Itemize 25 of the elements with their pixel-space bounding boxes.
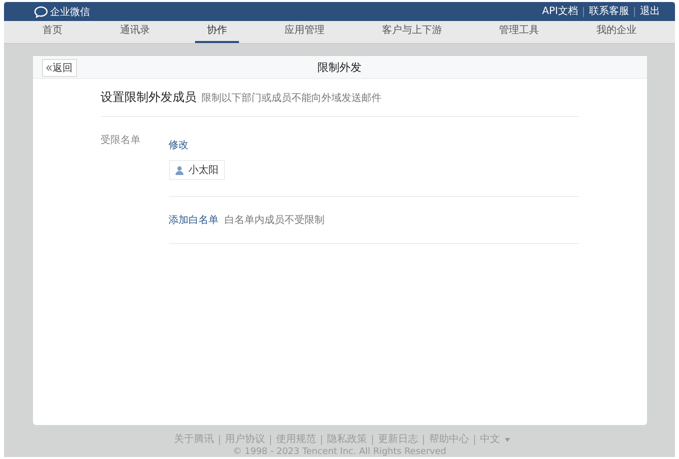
copyright-text: © 1998 - 2023 Tencent Inc. All Rights Reserved bbox=[232, 447, 446, 457]
header-link[interactable]: 退出 bbox=[634, 6, 665, 16]
member-name: 小太阳 bbox=[188, 164, 218, 177]
page-title: 限制外发 bbox=[318, 60, 362, 74]
caret-icon bbox=[505, 438, 510, 442]
modify-link[interactable]: 修改 bbox=[168, 140, 188, 151]
chat-bubble-icon bbox=[34, 6, 48, 18]
header-link[interactable]: API文档 bbox=[537, 6, 583, 16]
header-link[interactable]: 联系客服 bbox=[583, 6, 634, 16]
restricted-list-label: 受限名单 bbox=[100, 134, 142, 148]
nav-tab[interactable]: 通讯录 bbox=[108, 21, 162, 43]
add-whitelist-link[interactable]: 添加白名单 bbox=[168, 213, 218, 227]
nav-tab[interactable]: 应用管理 bbox=[272, 21, 336, 43]
nav-tab[interactable]: 我的企业 bbox=[584, 21, 648, 43]
section-hint: 限制以下部门或成员不能向外域发送邮件 bbox=[202, 92, 382, 105]
nav-tab[interactable]: 管理工具 bbox=[487, 21, 552, 43]
section-title: 设置限制外发成员 bbox=[100, 89, 196, 106]
back-button[interactable]: 返回 bbox=[42, 59, 76, 77]
nav-tab[interactable]: 首页 bbox=[30, 21, 75, 43]
nav-tab[interactable]: 客户与上下游 bbox=[370, 21, 454, 43]
person-icon bbox=[174, 166, 184, 174]
nav-tab[interactable]: 协作 bbox=[195, 21, 240, 43]
double-chevron-icon bbox=[46, 65, 52, 71]
whitelist-hint: 白名单内成员不受限制 bbox=[224, 214, 324, 227]
logo-text: 企业微信 bbox=[50, 6, 90, 18]
